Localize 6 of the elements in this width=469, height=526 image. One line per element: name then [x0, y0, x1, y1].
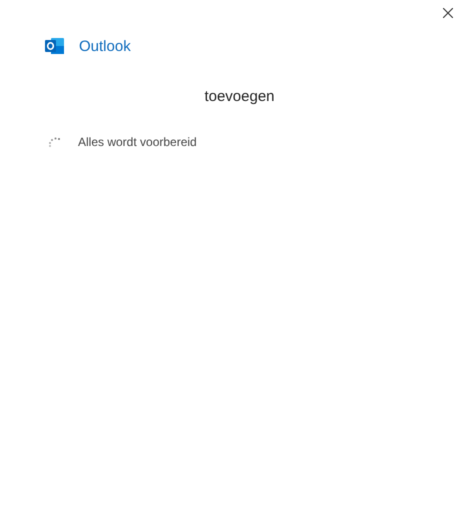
page-heading: toevoegen: [203, 88, 276, 105]
close-icon: [443, 8, 453, 18]
loading-spinner-icon: [48, 136, 62, 148]
outlook-logo-icon: [45, 37, 65, 55]
status-message: Alles wordt voorbereid: [78, 135, 197, 149]
app-name: Outlook: [79, 38, 131, 54]
